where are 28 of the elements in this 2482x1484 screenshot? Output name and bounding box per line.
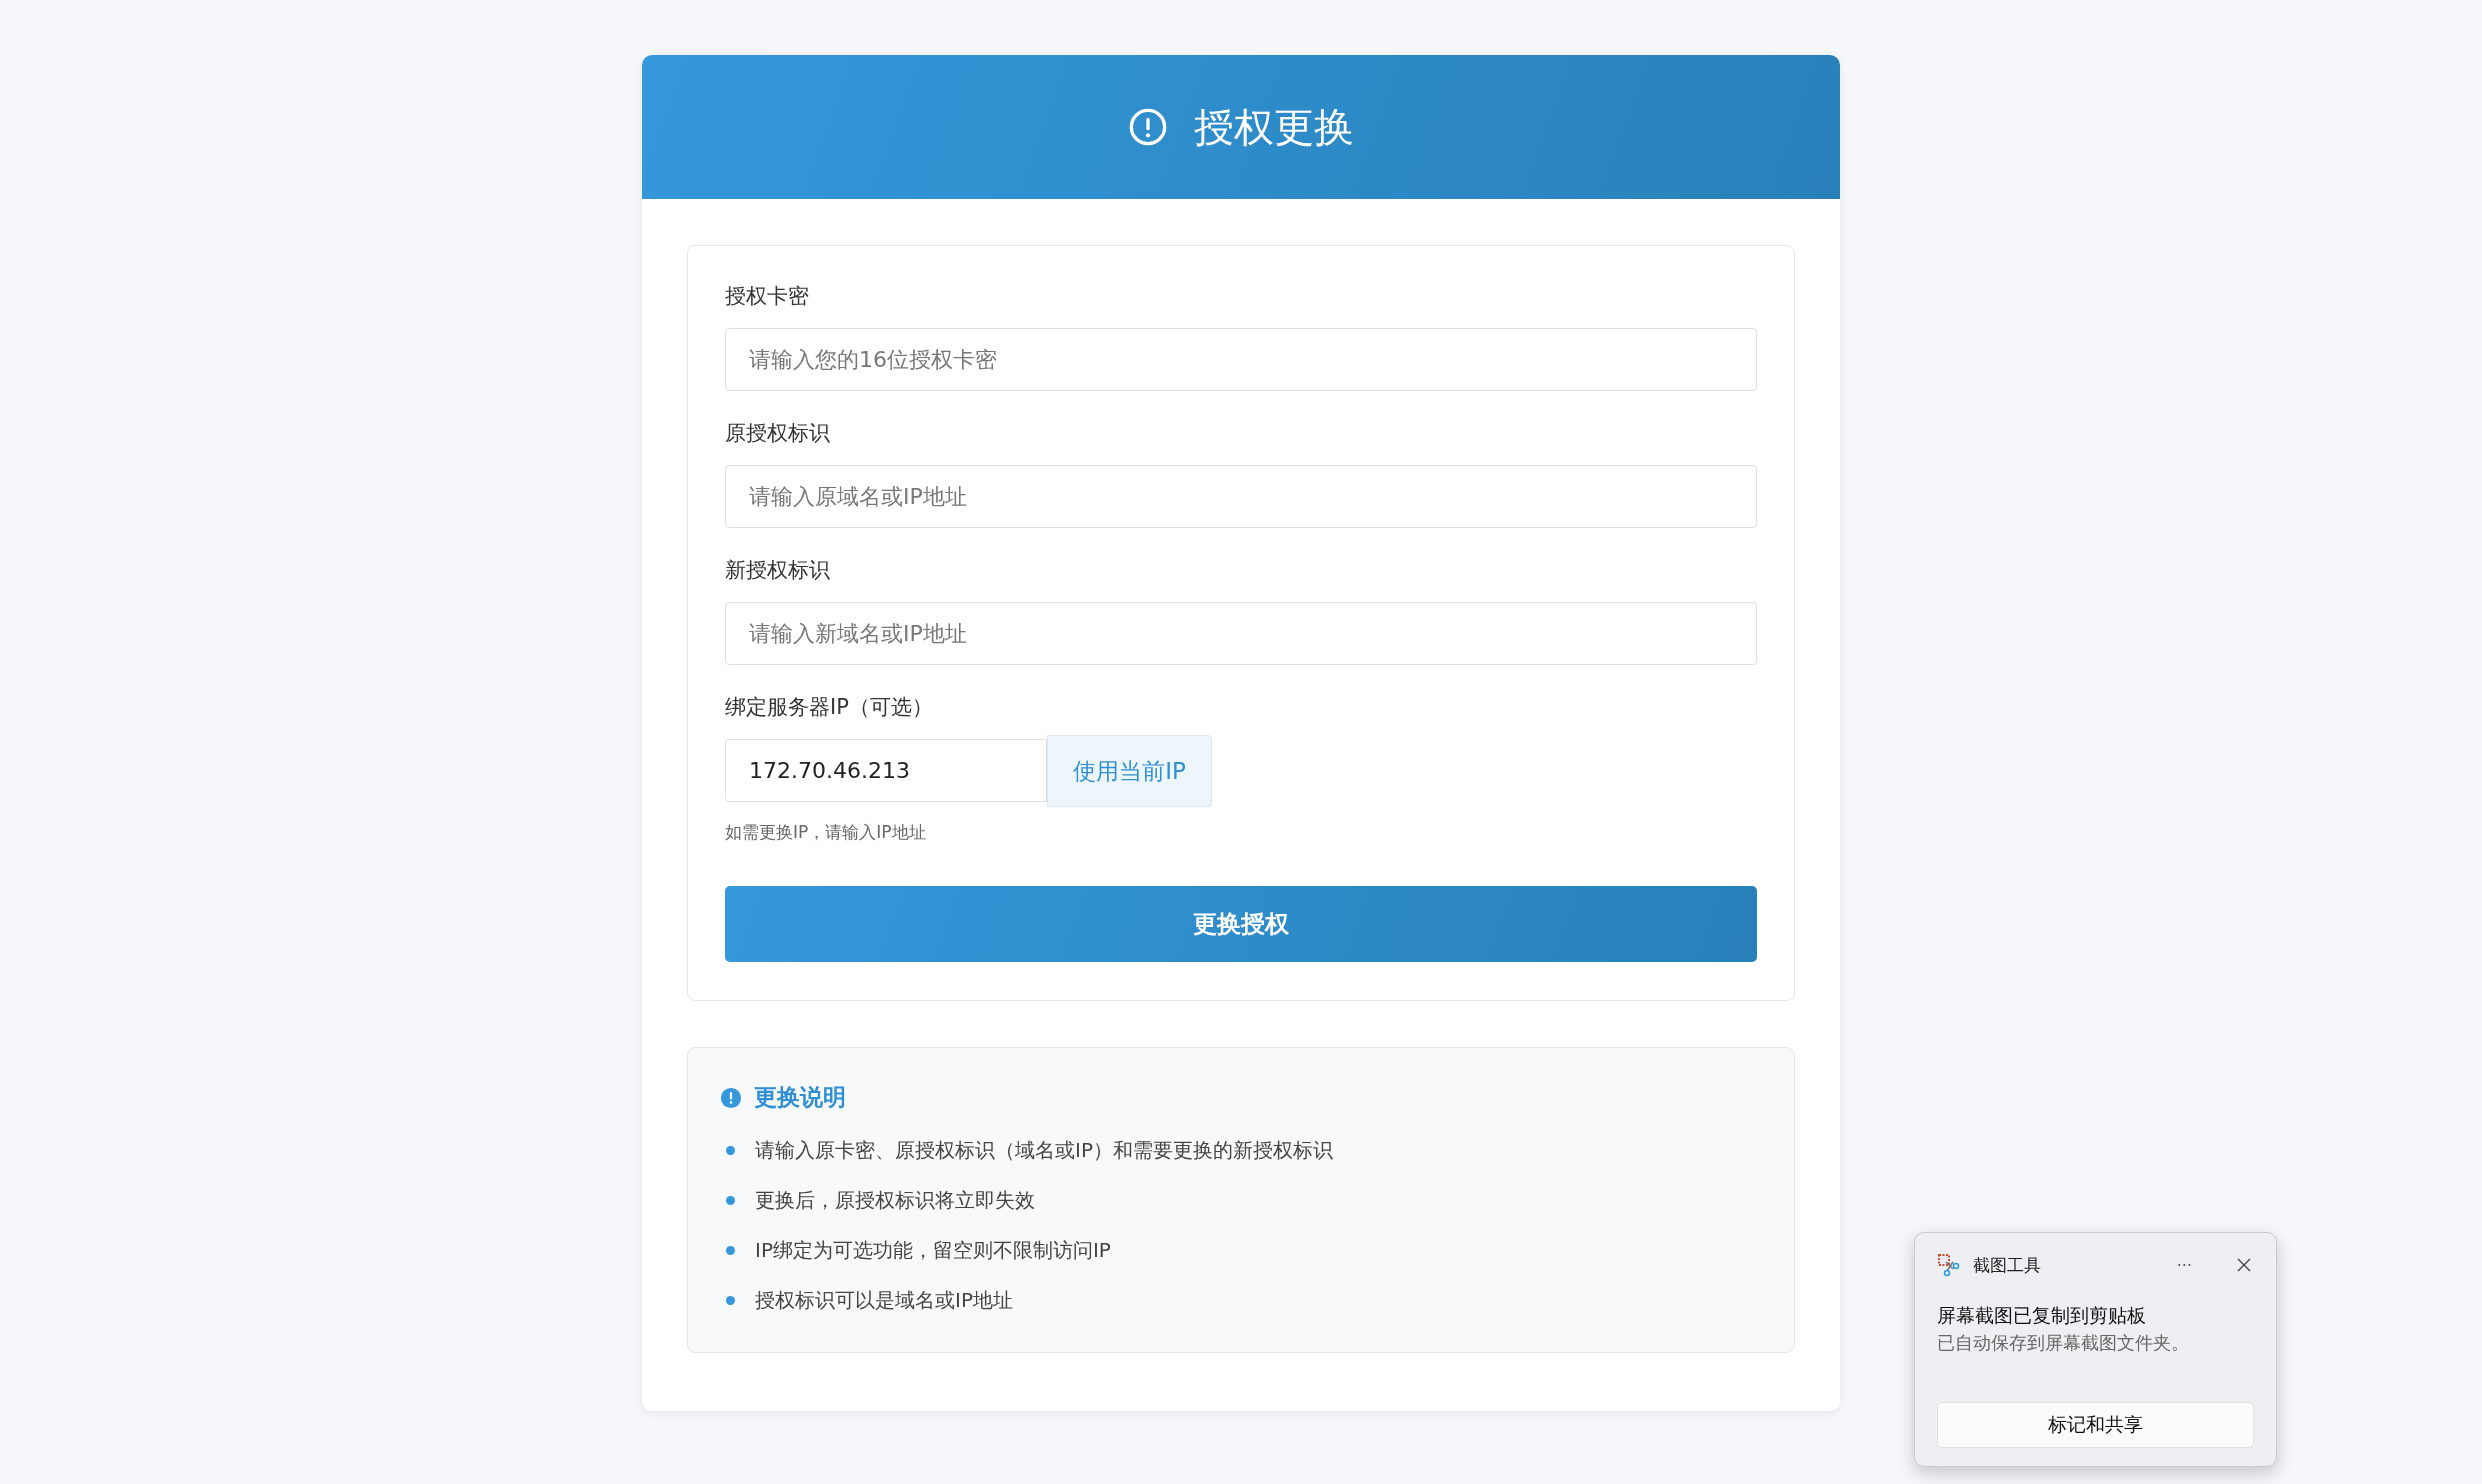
field-label: 授权卡密 <box>725 283 810 310</box>
info-icon <box>720 1086 742 1109</box>
text-input[interactable]: 请输入原域名或IP地址 <box>725 465 1757 528</box>
page-title: 授权更换 <box>1194 102 1354 152</box>
ip-input[interactable]: 172.70.46.213 <box>725 739 1047 802</box>
bullet-icon <box>726 1196 735 1205</box>
note-text: IP绑定为可选功能，留空则不限制访问IP <box>755 1237 1111 1264</box>
toast-message: 已自动保存到屏幕截图文件夹。 <box>1937 1331 2190 1355</box>
bullet-icon <box>726 1146 735 1155</box>
toast-title: 屏幕截图已复制到剪贴板 <box>1937 1303 2147 1328</box>
markup-share-button[interactable]: 标记和共享 <box>1937 1402 2254 1448</box>
field-label: 原授权标识 <box>725 420 831 447</box>
field-label: 新授权标识 <box>725 557 831 584</box>
field-label: 绑定服务器IP（可选） <box>725 694 934 721</box>
bullet-icon <box>726 1246 735 1255</box>
scissors-icon <box>1937 1253 1961 1277</box>
notes-title: 更换说明 <box>754 1083 846 1112</box>
submit-button[interactable]: 更换授权 <box>725 886 1757 962</box>
bullet-icon <box>726 1296 735 1305</box>
note-text: 更换后，原授权标识将立即失效 <box>755 1187 1035 1214</box>
note-text: 授权标识可以是域名或IP地址 <box>755 1287 1013 1314</box>
text-input[interactable]: 请输入您的16位授权卡密 <box>725 328 1757 391</box>
alert-icon <box>1128 107 1168 147</box>
text-input[interactable]: 请输入新域名或IP地址 <box>725 602 1757 665</box>
hint-text: 如需更换IP，请输入IP地址 <box>725 821 927 844</box>
more-button[interactable]: ··· <box>2172 1255 2196 1275</box>
note-text: 请输入原卡密、原授权标识（域名或IP）和需要更换的新授权标识 <box>755 1137 1333 1164</box>
app-name: 截图工具 <box>1973 1253 2042 1277</box>
